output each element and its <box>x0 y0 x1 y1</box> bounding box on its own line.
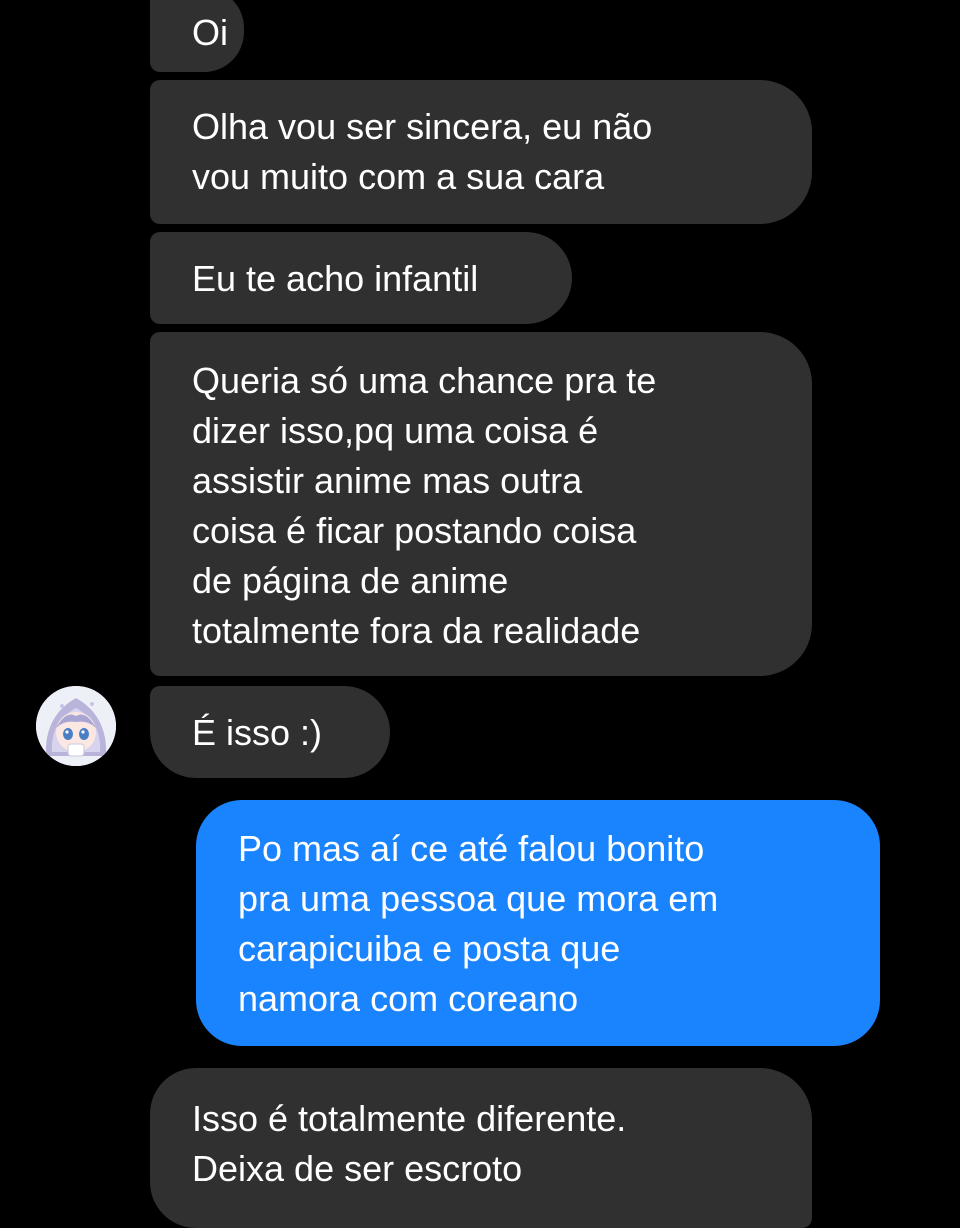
message-bubble-incoming[interactable]: Oi <box>150 0 244 72</box>
chat-thread[interactable]: Oi Olha vou ser sincera, eu não vou muit… <box>0 0 960 1228</box>
message-bubble-outgoing[interactable]: Po mas aí ce até falou bonito pra uma pe… <box>196 800 880 1046</box>
anime-girl-avatar-icon <box>36 686 116 766</box>
message-bubble-incoming[interactable]: Queria só uma chance pra te dizer isso,p… <box>150 332 812 676</box>
message-bubble-incoming[interactable]: Olha vou ser sincera, eu não vou muito c… <box>150 80 812 224</box>
contact-avatar[interactable] <box>36 686 116 766</box>
message-bubble-incoming[interactable]: É isso :) <box>150 686 390 778</box>
message-bubble-incoming[interactable]: Eu te acho infantil <box>150 232 572 324</box>
message-bubble-incoming[interactable]: Isso é totalmente diferente. Deixa de se… <box>150 1068 812 1228</box>
